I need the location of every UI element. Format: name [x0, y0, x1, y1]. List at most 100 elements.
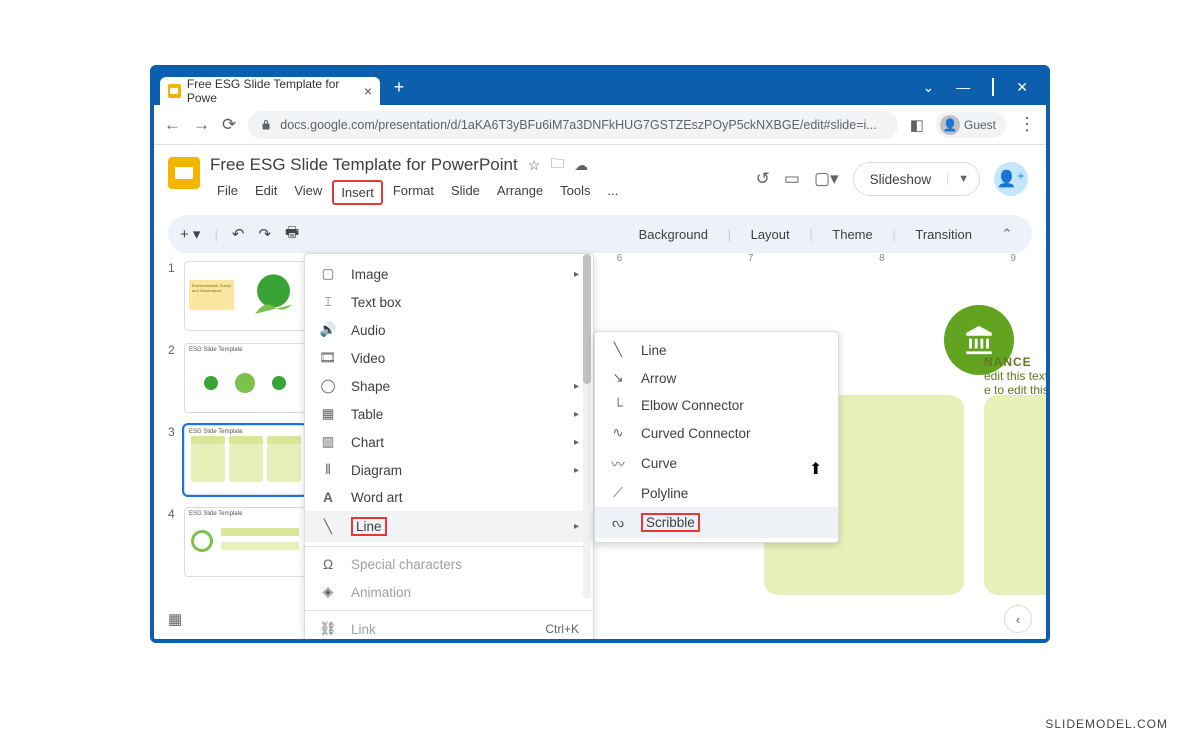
avatar-icon: 👤	[940, 115, 960, 135]
video-icon: 🎞	[319, 350, 337, 366]
undo-button[interactable]: ↶	[232, 225, 245, 243]
redo-button[interactable]: ↷	[258, 225, 271, 243]
tb-theme[interactable]: Theme	[824, 227, 880, 242]
comments-icon[interactable]: ▭	[784, 169, 800, 189]
toolbar-right: Background | Layout | Theme | Transition	[631, 227, 980, 242]
line-scribble[interactable]: ᔓScribble	[595, 507, 838, 538]
line-submenu-popup: ╲Line ↘Arrow └Elbow Connector ∿Curved Co…	[594, 331, 839, 543]
share-button[interactable]: 👤⁺	[994, 162, 1028, 196]
print-button[interactable]: 🖶	[285, 222, 299, 247]
new-tab-button[interactable]: +	[388, 76, 410, 98]
insert-chart[interactable]: ▥Chart▸	[305, 428, 593, 456]
insert-animation: ◈Animation	[305, 578, 593, 606]
insert-menu-popup: ▢Image▸ ⌶Text box 🔊Audio 🎞Video ◯Shape▸ …	[304, 253, 594, 643]
explore-button[interactable]: ‹	[1004, 605, 1032, 633]
insert-audio[interactable]: 🔊Audio	[305, 316, 593, 344]
thumb-2[interactable]: ESG Slide Template	[184, 343, 306, 413]
insert-table[interactable]: ▦Table▸	[305, 400, 593, 428]
menu-format[interactable]: Format	[386, 180, 441, 205]
diagram-icon: ⫴	[319, 462, 337, 478]
close-window-button[interactable]: ✕	[1016, 79, 1028, 96]
toolbar: + ▾ | ↶ ↷ 🖶 Background | Layout | Theme …	[168, 215, 1032, 253]
tab-close-button[interactable]: ×	[364, 83, 372, 99]
line-curved[interactable]: ∿Curved Connector	[595, 419, 838, 447]
line-polyline[interactable]: ⟋Polyline	[595, 479, 838, 507]
polyline-tool-icon: ⟋	[609, 485, 627, 501]
omega-icon: Ω	[319, 557, 337, 572]
cloud-status-icon[interactable]: ☁	[574, 157, 588, 174]
thumb-3-selected[interactable]: ESG Slide Template	[184, 425, 306, 495]
line-elbow[interactable]: └Elbow Connector	[595, 392, 838, 419]
install-app-icon[interactable]: ◧	[910, 116, 924, 134]
menu-file[interactable]: File	[210, 180, 245, 205]
menu-insert[interactable]: Insert	[332, 180, 383, 205]
elbow-connector-icon: └	[609, 398, 627, 413]
browser-titlebar: Free ESG Slide Template for Powe × + ⌄ —…	[154, 69, 1046, 105]
insert-diagram[interactable]: ⫴Diagram▸	[305, 456, 593, 484]
new-slide-button[interactable]: + ▾	[180, 225, 200, 243]
insert-textbox[interactable]: ⌶Text box	[305, 288, 593, 316]
tb-layout[interactable]: Layout	[743, 227, 798, 242]
browser-menu-button[interactable]: ⋮	[1018, 114, 1036, 135]
forward-button[interactable]: →	[193, 115, 210, 135]
tb-transition[interactable]: Transition	[907, 227, 980, 242]
insert-image[interactable]: ▢Image▸	[305, 260, 593, 288]
wordart-icon: A	[319, 490, 337, 505]
image-icon: ▢	[319, 266, 337, 282]
slide-thumbnails: 1 Environmental, Social and Governance 2…	[168, 261, 318, 643]
line-curve[interactable]: 〰Curve	[595, 447, 838, 479]
menu-tools[interactable]: Tools	[553, 180, 597, 205]
browser-tab[interactable]: Free ESG Slide Template for Powe ×	[160, 77, 380, 105]
bottom-bar: ▦ ‹	[168, 605, 1032, 633]
meet-icon[interactable]: ▢▾	[814, 169, 839, 189]
slideshow-button[interactable]: Slideshow ▼	[853, 162, 980, 196]
star-icon[interactable]: ☆	[528, 157, 541, 174]
maximize-button[interactable]	[992, 79, 994, 96]
share-icon: 👤⁺	[997, 169, 1025, 189]
app-header: Free ESG Slide Template for PowerPoint ☆…	[154, 145, 1046, 205]
audio-icon: 🔊	[319, 322, 337, 338]
content-area: 1 Environmental, Social and Governance 2…	[154, 253, 1046, 643]
address-bar-row: ← → ⟳ docs.google.com/presentation/d/1aK…	[154, 105, 1046, 145]
address-bar[interactable]: docs.google.com/presentation/d/1aKA6T3yB…	[248, 111, 898, 139]
chart-icon: ▥	[319, 434, 337, 450]
line-arrow[interactable]: ↘Arrow	[595, 364, 838, 392]
thumb1-label: Environmental, Social and Governance	[189, 280, 234, 310]
table-icon: ▦	[319, 406, 337, 422]
chevron-down-icon[interactable]: ⌄	[923, 79, 935, 96]
profile-label: Guest	[964, 118, 996, 132]
insert-shape[interactable]: ◯Shape▸	[305, 372, 593, 400]
slides-favicon-icon	[168, 84, 181, 98]
reload-button[interactable]: ⟳	[222, 115, 236, 135]
document-title[interactable]: Free ESG Slide Template for PowerPoint	[210, 155, 518, 175]
scribble-tool-icon: ᔓ	[609, 515, 627, 531]
insert-line[interactable]: ╲Line▸	[305, 511, 593, 542]
profile-button[interactable]: 👤 Guest	[936, 112, 1006, 138]
move-icon[interactable]: 🗀	[550, 153, 564, 177]
menu-slide[interactable]: Slide	[444, 180, 487, 205]
menu-scrollbar-thumb[interactable]	[583, 254, 591, 384]
url-text: docs.google.com/presentation/d/1aKA6T3yB…	[280, 118, 876, 132]
line-line[interactable]: ╲Line	[595, 336, 838, 364]
menu-view[interactable]: View	[287, 180, 329, 205]
thumb-4[interactable]: ESG Slide Template	[184, 507, 306, 577]
thumb-1[interactable]: Environmental, Social and Governance	[184, 261, 306, 331]
history-icon[interactable]: ↺	[756, 169, 770, 189]
insert-video[interactable]: 🎞Video	[305, 344, 593, 372]
lock-icon	[260, 119, 272, 131]
grid-view-button[interactable]: ▦	[168, 610, 182, 628]
insert-wordart[interactable]: AWord art	[305, 484, 593, 511]
menu-bar: File Edit View Insert Format Slide Arran…	[210, 180, 625, 205]
toolbar-collapse-button[interactable]: ⌃	[994, 221, 1020, 247]
menu-more[interactable]: ...	[601, 180, 626, 205]
shape-icon: ◯	[319, 378, 337, 394]
back-button[interactable]: ←	[164, 115, 181, 135]
slides-logo-icon[interactable]	[168, 157, 200, 189]
tb-background[interactable]: Background	[631, 227, 716, 242]
minimize-button[interactable]: —	[956, 79, 970, 96]
menu-edit[interactable]: Edit	[248, 180, 284, 205]
line-tool-icon: ╲	[609, 342, 627, 358]
slideshow-dropdown[interactable]: ▼	[947, 173, 979, 185]
window-controls: ⌄ — ✕	[923, 79, 1040, 96]
menu-arrange[interactable]: Arrange	[490, 180, 550, 205]
